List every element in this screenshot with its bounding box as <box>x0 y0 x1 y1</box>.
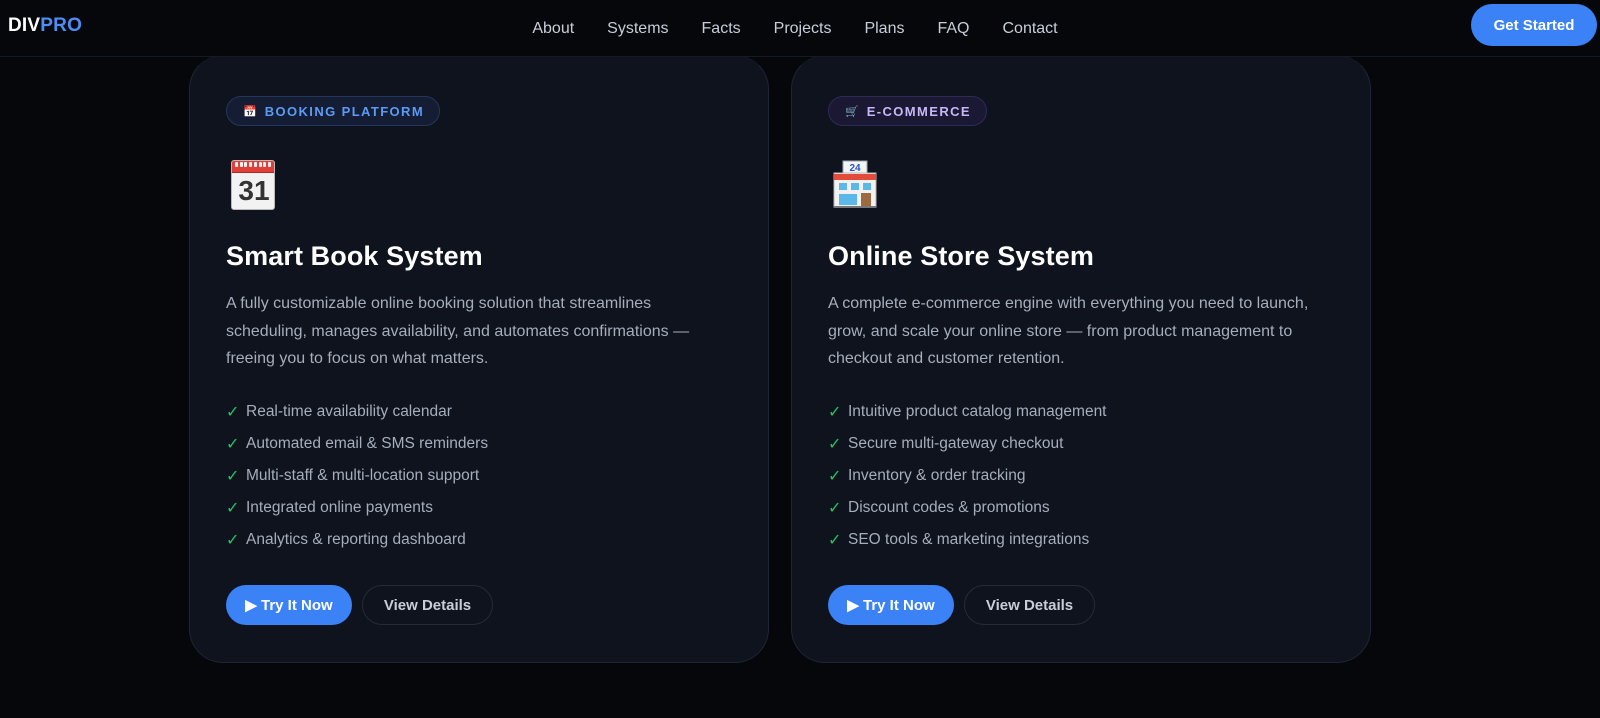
card-actions: ▶ Try It Now View Details <box>226 585 493 625</box>
badge-label: BOOKING PLATFORM <box>264 103 425 119</box>
nav-menu: About Systems Facts Projects Plans FAQ C… <box>0 0 1600 57</box>
list-item: ✓ Multi-staff & multi-location support <box>226 466 480 485</box>
check-icon: ✓ <box>828 435 842 453</box>
get-started-button[interactable]: Get Started <box>1471 4 1597 46</box>
check-icon: ✓ <box>226 467 240 485</box>
check-icon: ✓ <box>828 467 842 485</box>
list-item: ✓ Secure multi-gateway checkout <box>828 434 1064 453</box>
check-icon: ✓ <box>226 403 240 421</box>
card-description: A complete e-commerce engine with everyt… <box>828 295 1309 367</box>
calendar-small-icon: 📅 <box>243 105 257 118</box>
nav-link-faq[interactable]: FAQ <box>937 20 969 38</box>
calendar-day-number: 31 <box>238 175 270 206</box>
list-item: ✓ Discount codes & promotions <box>828 498 1050 517</box>
nav-link-facts[interactable]: Facts <box>702 20 741 38</box>
list-item: ✓ Integrated online payments <box>226 498 433 517</box>
list-item: ✓ Intuitive product catalog management <box>828 402 1107 421</box>
list-item: ✓ Automated email & SMS reminders <box>226 434 489 453</box>
check-icon: ✓ <box>226 499 240 517</box>
booking-system-card: 📅 BOOKING PLATFORM 31 Smart Book System … <box>189 55 769 663</box>
top-navbar: DIVPRO About Systems Facts Projects Plan… <box>0 0 1600 57</box>
nav-link-contact[interactable]: Contact <box>1002 20 1057 38</box>
check-icon: ✓ <box>828 403 842 421</box>
try-it-now-button[interactable]: ▶ Try It Now <box>828 585 954 625</box>
check-icon: ✓ <box>828 531 842 549</box>
cart-small-icon: 🛒 <box>845 105 859 118</box>
check-icon: ✓ <box>226 435 240 453</box>
feature-list: ✓ Real-time availability calendar ✓ Automa… <box>226 396 732 556</box>
card-actions: ▶ Try It Now View Details <box>828 585 1095 625</box>
list-item: ✓ SEO tools & marketing integrations <box>828 530 1090 549</box>
category-badge: 🛒 E-COMMERCE <box>828 96 987 126</box>
view-details-button[interactable]: View Details <box>362 585 493 625</box>
nav-link-systems[interactable]: Systems <box>607 20 668 38</box>
card-title: Online Store System <box>828 241 1094 271</box>
list-item: ✓ Analytics & reporting dashboard <box>226 530 466 549</box>
feature-list: ✓ Intuitive product catalog management ✓ S… <box>828 396 1334 556</box>
nav-link-about[interactable]: About <box>532 20 574 38</box>
list-item: ✓ Real-time availability calendar <box>226 402 452 421</box>
ecommerce-system-card: 🛒 E-COMMERCE 24 Online Store System A co… <box>791 55 1371 663</box>
try-it-now-button[interactable]: ▶ Try It Now <box>226 585 352 625</box>
nav-link-projects[interactable]: Projects <box>774 20 832 38</box>
card-description: A fully customizable online booking solu… <box>226 295 690 367</box>
badge-label: E-COMMERCE <box>866 103 971 119</box>
nav-link-plans[interactable]: Plans <box>864 20 904 38</box>
calendar-icon: 31 <box>226 158 278 210</box>
check-icon: ✓ <box>828 499 842 517</box>
list-item: ✓ Inventory & order tracking <box>828 466 1026 485</box>
view-details-button[interactable]: View Details <box>964 585 1095 625</box>
store-sign-number: 24 <box>849 163 861 174</box>
card-title: Smart Book System <box>226 241 483 271</box>
category-badge: 📅 BOOKING PLATFORM <box>226 96 441 126</box>
store-icon: 24 <box>828 158 880 210</box>
check-icon: ✓ <box>226 531 240 549</box>
